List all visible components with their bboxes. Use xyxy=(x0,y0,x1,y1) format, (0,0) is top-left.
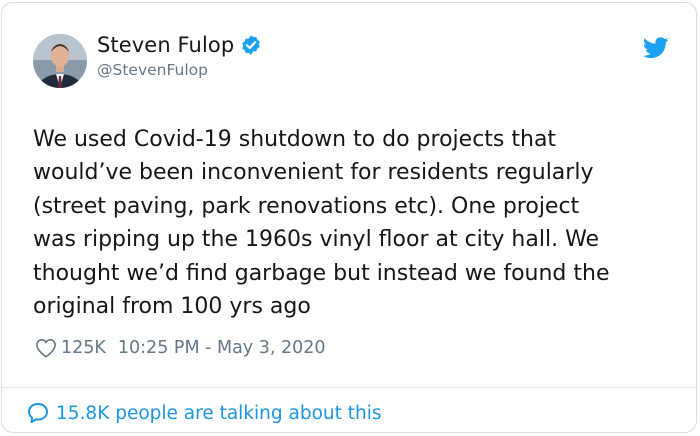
avatar-photo xyxy=(33,34,87,88)
speech-bubble-icon xyxy=(28,403,48,423)
verified-badge-icon xyxy=(242,35,260,55)
author-handle[interactable]: @StevenFulop xyxy=(97,61,208,79)
divider xyxy=(2,387,696,388)
twitter-bird-icon[interactable] xyxy=(643,37,669,59)
conversation-link[interactable]: 15.8K people are talking about this xyxy=(26,401,382,425)
heart-icon[interactable] xyxy=(35,338,57,358)
avatar[interactable] xyxy=(33,34,87,88)
tweet-text: We used Covid-19 shutdown to do projects… xyxy=(33,127,610,320)
conversation-label[interactable]: 15.8K people are talking about this xyxy=(56,403,382,424)
author-display-name[interactable]: Steven Fulop xyxy=(97,33,234,57)
tweet-meta-row: 125K 10:25 PM - May 3, 2020 xyxy=(35,338,326,358)
like-count[interactable]: 125K xyxy=(61,338,106,358)
tweet-card[interactable]: Steven Fulop @StevenFulop We used Covid-… xyxy=(1,2,697,433)
tweet-timestamp[interactable]: 10:25 PM - May 3, 2020 xyxy=(118,338,326,358)
author-name-row[interactable]: Steven Fulop xyxy=(97,33,262,57)
